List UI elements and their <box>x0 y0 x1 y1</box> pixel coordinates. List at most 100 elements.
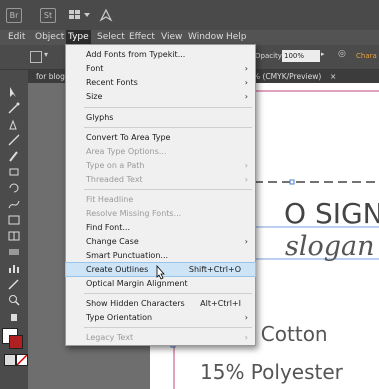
line-icon <box>8 134 20 146</box>
submenu-arrow-icon: › <box>244 175 248 184</box>
menu-item-convert-area-type[interactable]: Convert To Area Type <box>66 131 255 144</box>
rotate-tool[interactable] <box>7 182 21 194</box>
menu-separator <box>84 189 252 190</box>
tab-document-right[interactable]: % (CMYK/Preview) <box>253 70 321 83</box>
default-colors-icon[interactable] <box>4 354 16 366</box>
menu-item-shortcut: Alt+Ctrl+I <box>200 299 241 308</box>
menu-item-legacy-text[interactable]: Legacy Text › <box>66 331 255 344</box>
pen-tool[interactable] <box>7 118 21 130</box>
menu-select[interactable]: Select <box>95 30 127 45</box>
menu-item-add-fonts-typekit[interactable]: Add Fonts from Typekit... <box>66 48 255 61</box>
submenu-arrow-icon: › <box>244 237 248 246</box>
grid-icon <box>69 10 90 19</box>
menu-item-glyphs[interactable]: Glyphs <box>66 111 255 124</box>
submenu-arrow-icon: › <box>244 78 248 87</box>
menu-view[interactable]: View <box>159 30 184 45</box>
graph-tool[interactable] <box>7 262 21 274</box>
menu-item-label: Legacy Text <box>86 333 134 342</box>
bar-graph-icon <box>9 265 19 273</box>
tab-document-left[interactable]: for blog <box>36 70 65 83</box>
slogan-text[interactable]: slogan <box>285 231 375 262</box>
character-panel-link[interactable]: Chara <box>356 52 377 60</box>
menu-object[interactable]: Object <box>33 30 66 45</box>
warp-icon <box>8 200 20 209</box>
application-bar: Br St <box>0 0 379 30</box>
menu-item-type-on-path[interactable]: Type on a Path › <box>66 159 255 172</box>
brush-icon <box>9 151 18 162</box>
magic-wand-icon <box>8 102 20 114</box>
menu-item-label: Create Outlines <box>86 265 149 274</box>
menu-item-label: Threaded Text <box>86 175 143 184</box>
gradient-icon <box>9 249 19 255</box>
chevron-down-icon[interactable]: ▾ <box>44 50 48 59</box>
recolor-icon[interactable]: ◎ <box>338 49 346 59</box>
logo-text[interactable]: O SIGN <box>284 197 379 230</box>
menu-separator <box>84 293 252 294</box>
menu-item-label: Smart Punctuation... <box>86 251 169 260</box>
menu-item-label: Optical Margin Alignment <box>86 279 188 288</box>
gpu-performance-button[interactable] <box>98 8 114 22</box>
line-tool[interactable] <box>7 134 21 146</box>
menu-item-show-hidden-characters[interactable]: Show Hidden Characters Alt+Ctrl+I <box>66 297 255 310</box>
menu-item-area-type-options[interactable]: Area Type Options... <box>66 145 255 158</box>
rocket-icon <box>99 8 113 22</box>
menu-item-font[interactable]: Font › <box>66 62 255 75</box>
menu-help[interactable]: Help <box>224 30 249 45</box>
eraser-tool[interactable] <box>7 166 21 178</box>
menu-item-threaded-text[interactable]: Threaded Text › <box>66 173 255 186</box>
magic-wand-tool[interactable] <box>7 102 21 114</box>
stock-button[interactable]: St <box>40 8 56 23</box>
arrange-documents-button[interactable] <box>68 8 92 22</box>
paintbrush-tool[interactable] <box>7 150 21 162</box>
arrow-icon <box>10 87 16 97</box>
menu-effect[interactable]: Effect <box>127 30 157 45</box>
menu-type[interactable]: Type <box>66 30 91 45</box>
menu-item-fit-headline[interactable]: Fit Headline <box>66 193 255 206</box>
mesh-tool[interactable] <box>7 230 21 242</box>
chevron-right-icon[interactable]: ▸ <box>321 50 325 58</box>
hand-tool[interactable] <box>7 310 21 322</box>
menu-item-label: Add Fonts from Typekit... <box>86 50 186 59</box>
menu-item-label: Resolve Missing Fonts... <box>86 209 182 218</box>
mesh-icon <box>8 231 20 241</box>
menu-separator <box>84 327 252 328</box>
submenu-arrow-icon: › <box>244 333 248 342</box>
free-transform-tool[interactable] <box>7 214 21 226</box>
menu-edit[interactable]: Edit <box>6 30 27 45</box>
menu-item-label: Area Type Options... <box>86 147 167 156</box>
gradient-tool[interactable] <box>7 246 21 258</box>
stroke-color-swatch[interactable] <box>9 335 23 349</box>
menu-item-label: Change Case <box>86 237 139 246</box>
menu-item-label: Size <box>86 92 103 101</box>
menu-item-smart-punctuation[interactable]: Smart Punctuation... <box>66 249 255 262</box>
bridge-button[interactable]: Br <box>6 8 22 23</box>
type-menu-dropdown: Add Fonts from Typekit... Font › Recent … <box>65 44 256 346</box>
menu-item-resolve-missing-fonts[interactable]: Resolve Missing Fonts... <box>66 207 255 220</box>
submenu-arrow-icon: › <box>244 313 248 322</box>
zoom-tool[interactable] <box>7 294 21 306</box>
close-icon[interactable]: × <box>330 70 336 83</box>
fill-swatch[interactable] <box>30 51 42 63</box>
polyester-text[interactable]: 15% Polyester <box>200 360 343 384</box>
selection-tool[interactable] <box>7 86 21 98</box>
tools-panel <box>0 70 29 389</box>
menu-item-label: Convert To Area Type <box>86 133 171 142</box>
eraser-icon <box>9 168 19 176</box>
menu-item-size[interactable]: Size › <box>66 90 255 103</box>
menu-item-find-font[interactable]: Find Font... <box>66 221 255 234</box>
slice-tool[interactable] <box>7 278 21 290</box>
menu-item-change-case[interactable]: Change Case › <box>66 235 255 248</box>
menu-item-label: Find Font... <box>86 223 130 232</box>
menu-item-recent-fonts[interactable]: Recent Fonts › <box>66 76 255 89</box>
opacity-input[interactable]: 100% <box>282 50 320 62</box>
none-swatch-icon[interactable] <box>16 354 28 366</box>
menu-item-type-orientation[interactable]: Type Orientation › <box>66 311 255 324</box>
menu-item-label: Recent Fonts <box>86 78 138 87</box>
menu-item-label: Glyphs <box>86 113 114 122</box>
warp-tool[interactable] <box>7 198 21 210</box>
menu-window[interactable]: Window <box>186 30 226 45</box>
submenu-arrow-icon: › <box>244 161 248 170</box>
transform-icon <box>8 215 20 225</box>
menu-bar: Edit Object Type Select Effect View Wind… <box>0 30 379 45</box>
submenu-arrow-icon: › <box>244 64 248 73</box>
